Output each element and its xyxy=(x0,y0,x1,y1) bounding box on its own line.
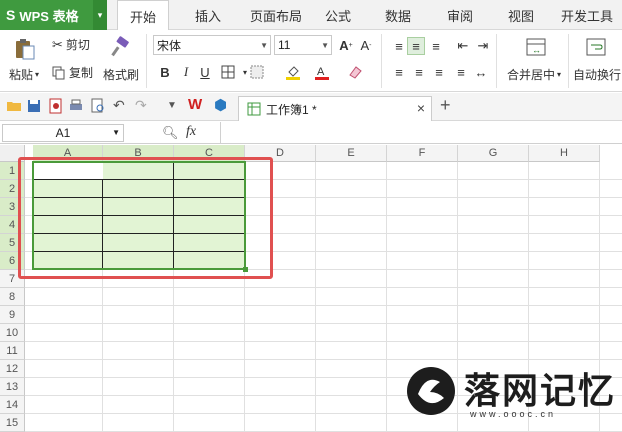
print-icon[interactable] xyxy=(68,98,84,114)
underline-icon[interactable]: U xyxy=(196,63,214,81)
document-tab[interactable]: 工作簿1 * × xyxy=(238,96,432,121)
fill-pattern-icon[interactable] xyxy=(248,63,266,81)
watermark: 落网记忆 www.oooc.cn xyxy=(398,360,620,426)
paste-button[interactable] xyxy=(10,35,40,63)
font-name-select[interactable]: 宋体 ▼ xyxy=(153,35,271,55)
svg-text:↔: ↔ xyxy=(532,45,541,55)
column-gridline xyxy=(386,162,387,431)
column-header-e[interactable]: E xyxy=(316,145,387,162)
open-folder-icon[interactable] xyxy=(6,98,22,114)
scissors-icon: ✂ xyxy=(52,36,63,52)
wps-app-menu-button[interactable]: S WPS 表格 ▾ xyxy=(0,0,107,30)
tab-insert[interactable]: 插入 xyxy=(195,0,221,30)
increase-font-icon[interactable]: A + xyxy=(337,36,355,54)
column-header-g[interactable]: G xyxy=(458,145,529,162)
tab-view[interactable]: 视图 xyxy=(508,0,534,30)
align-top-icon[interactable]: ≡ xyxy=(390,37,408,55)
bold-icon[interactable]: B xyxy=(156,63,174,81)
row-gridline xyxy=(25,305,622,306)
tab-data[interactable]: 数据 xyxy=(385,0,411,30)
row-header-9[interactable]: 9 xyxy=(0,306,25,324)
tab-developer[interactable]: 开发工具 xyxy=(561,0,613,30)
row-header-15[interactable]: 15 xyxy=(0,414,25,432)
wps-logo-icon: S xyxy=(6,7,16,23)
align-left-icon[interactable]: ≡ xyxy=(390,63,408,81)
ribbon-home: 粘贴 ▾ ✂ 剪切 复制 格式刷 宋体 ▼ 11 ▼ A + A- B I U ▾ A ≡… xyxy=(0,30,622,92)
highlight-box xyxy=(18,157,273,279)
wrap-text-icon[interactable] xyxy=(584,35,608,59)
align-bottom-icon[interactable]: ≡ xyxy=(427,37,445,55)
tab-page-layout[interactable]: 页面布局 xyxy=(250,0,302,30)
borders-icon[interactable] xyxy=(219,63,237,81)
name-box[interactable]: A1 ▼ xyxy=(2,124,124,142)
merge-center-icon[interactable]: ↔ xyxy=(524,35,548,59)
decrease-indent-icon[interactable]: ⇤ xyxy=(454,37,472,55)
formula-bar: A1 ▼ 🔍︎ fx xyxy=(0,122,622,144)
font-size-select[interactable]: 11 ▼ xyxy=(274,35,332,55)
quick-access-dropdown-icon[interactable]: ▼ xyxy=(167,100,177,111)
name-box-dropdown-icon[interactable]: ▼ xyxy=(112,128,120,137)
watermark-logo xyxy=(407,367,455,415)
row-gridline xyxy=(25,287,622,288)
row-gridline xyxy=(25,341,622,342)
column-gridline xyxy=(315,162,316,431)
row-header-8[interactable]: 8 xyxy=(0,288,25,306)
merge-center-button[interactable]: 合并居中 ▾ xyxy=(507,66,561,83)
undo-icon[interactable]: ↶ xyxy=(113,97,125,114)
app-menu-dropdown-icon[interactable]: ▾ xyxy=(93,0,107,30)
save-icon[interactable] xyxy=(26,98,42,114)
close-tab-icon[interactable]: × xyxy=(417,100,425,116)
justify-icon[interactable]: ≡ xyxy=(452,63,470,81)
increase-indent-icon[interactable]: ⇥ xyxy=(474,37,492,55)
wps-docer-icon[interactable]: W xyxy=(188,96,202,113)
paste-icon xyxy=(16,39,35,60)
row-header-10[interactable]: 10 xyxy=(0,324,25,342)
app-name: WPS 表格 xyxy=(19,8,79,24)
svg-text:A: A xyxy=(317,66,325,78)
document-title: 工作簿1 * xyxy=(266,102,317,117)
paste-dropdown[interactable]: 粘贴 ▾ xyxy=(9,66,39,83)
fill-color-icon[interactable] xyxy=(284,63,302,81)
function-icon[interactable]: fx xyxy=(186,124,196,140)
new-tab-icon[interactable]: + xyxy=(440,95,451,116)
column-header-f[interactable]: F xyxy=(387,145,458,162)
row-header-14[interactable]: 14 xyxy=(0,396,25,414)
clear-format-icon[interactable] xyxy=(346,63,364,81)
format-painter-icon-button[interactable] xyxy=(106,33,134,61)
tab-formulas[interactable]: 公式 xyxy=(325,0,351,30)
italic-icon[interactable]: I xyxy=(177,63,195,81)
align-right-icon[interactable]: ≡ xyxy=(430,63,448,81)
print-preview-icon[interactable] xyxy=(90,98,106,114)
wrap-text-button[interactable]: 自动换行 xyxy=(573,66,621,83)
row-header-12[interactable]: 12 xyxy=(0,360,25,378)
distributed-align-icon[interactable]: ↔ xyxy=(472,63,490,81)
column-header-h[interactable]: H xyxy=(529,145,600,162)
spreadsheet-doc-icon xyxy=(247,102,261,116)
row-header-11[interactable]: 11 xyxy=(0,342,25,360)
watermark-url: www.oooc.cn xyxy=(470,409,557,419)
decrease-font-icon[interactable]: A- xyxy=(357,36,375,54)
cut-button[interactable]: ✂ 剪切 xyxy=(52,36,90,53)
tab-home[interactable]: 开始 xyxy=(117,0,170,31)
cube-icon[interactable]: ⬢ xyxy=(214,96,227,114)
copy-button[interactable]: 复制 xyxy=(52,64,93,81)
find-icon[interactable]: 🔍︎ xyxy=(162,125,179,141)
export-pdf-icon[interactable] xyxy=(48,98,64,114)
align-center-icon[interactable]: ≡ xyxy=(410,63,428,81)
watermark-title: 落网记忆 xyxy=(464,370,617,411)
align-middle-icon[interactable]: ≡ xyxy=(407,37,425,55)
tab-review[interactable]: 审阅 xyxy=(447,0,473,30)
formula-input[interactable] xyxy=(221,123,621,143)
format-painter-button[interactable]: 格式刷 xyxy=(103,66,139,83)
ribbon-tab-bar: S WPS 表格 ▾ 开始 插入 页面布局 公式 数据 审阅 视图 开发工具 xyxy=(0,0,622,31)
row-header-13[interactable]: 13 xyxy=(0,378,25,396)
redo-icon[interactable]: ↷ xyxy=(135,97,147,114)
copy-icon xyxy=(52,66,65,79)
row-gridline xyxy=(25,323,622,324)
format-painter-icon xyxy=(111,36,129,57)
font-color-icon[interactable]: A xyxy=(313,63,331,81)
